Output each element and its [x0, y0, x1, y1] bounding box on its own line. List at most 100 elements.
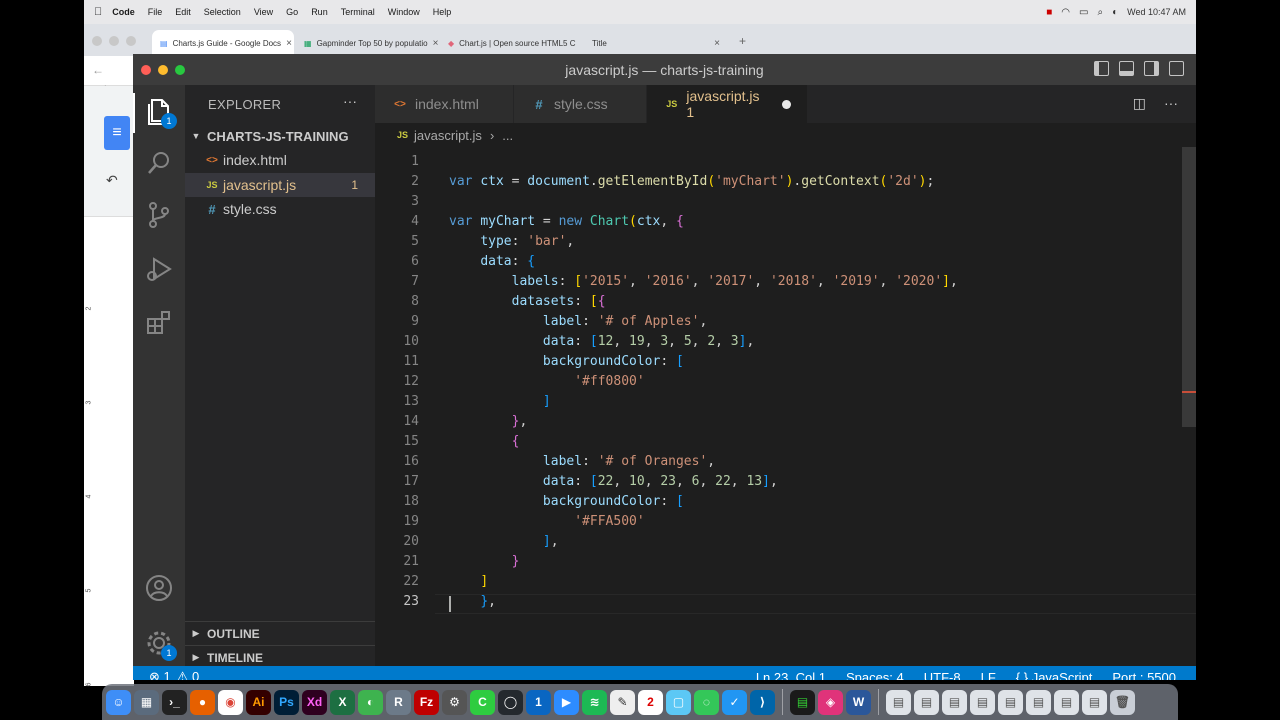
illustrator-icon[interactable]: Ai: [246, 689, 271, 715]
document-thumbnail-icon[interactable]: ▤: [1026, 689, 1051, 715]
source-control-icon[interactable]: [143, 199, 175, 231]
language-mode[interactable]: { } JavaScript: [1016, 670, 1093, 681]
breadcrumb-file[interactable]: javascript.js: [414, 128, 482, 143]
document-thumbnail-icon[interactable]: ▤: [914, 689, 939, 715]
document-thumbnail-icon[interactable]: ▤: [998, 689, 1023, 715]
apple-menu-icon[interactable]: : [94, 6, 102, 18]
word-icon[interactable]: W: [846, 689, 871, 715]
code-content[interactable]: var ctx = document.getElementById('myCha…: [449, 152, 958, 612]
menu-view[interactable]: View: [254, 7, 273, 17]
file-item-style-css[interactable]: # style.css: [185, 197, 375, 221]
live-server-port[interactable]: Port : 5500: [1112, 670, 1176, 681]
back-icon[interactable]: ←: [92, 63, 104, 77]
menu-edit[interactable]: Edit: [175, 7, 191, 17]
extensions-icon[interactable]: [143, 307, 175, 339]
notes-icon[interactable]: ✎: [610, 689, 635, 715]
toggle-sidebar-icon[interactable]: [1094, 61, 1109, 76]
unsaved-dot-icon[interactable]: [782, 99, 791, 109]
tab-style-css[interactable]: # style.css: [514, 85, 646, 123]
filezilla-icon[interactable]: Fz: [414, 689, 439, 715]
browser-tab[interactable]: ▦ Gapminder Top 50 by populatio ×: [296, 30, 438, 56]
document-thumbnail-icon[interactable]: ▤: [942, 689, 967, 715]
more-actions-icon[interactable]: ···: [1164, 95, 1178, 112]
excel-icon[interactable]: X: [330, 689, 355, 715]
problems-indicator[interactable]: ⊗ 1 ⚠ 0: [133, 669, 199, 680]
menu-terminal[interactable]: Terminal: [341, 7, 375, 17]
explorer-icon[interactable]: 1: [143, 95, 177, 129]
cursor-position[interactable]: Ln 23, Col 1: [756, 670, 826, 681]
app-icon[interactable]: ✓: [722, 689, 747, 715]
firefox-icon[interactable]: ●: [190, 689, 215, 715]
document-thumbnail-icon[interactable]: ▤: [1054, 689, 1079, 715]
search-icon[interactable]: [143, 147, 175, 179]
menu-window[interactable]: Window: [388, 7, 420, 17]
battery-icon[interactable]: ▭: [1079, 7, 1088, 18]
r-icon[interactable]: R: [386, 689, 411, 715]
split-editor-icon[interactable]: ◫: [1133, 95, 1146, 112]
app-icon[interactable]: ▢: [666, 689, 691, 715]
browser-tab[interactable]: Title ×: [584, 30, 728, 56]
tab-index-html[interactable]: <> index.html: [375, 85, 513, 123]
close-icon[interactable]: ×: [714, 38, 720, 49]
vertical-scrollbar[interactable]: [1182, 147, 1196, 427]
new-tab-icon[interactable]: +: [739, 34, 746, 48]
menu-selection[interactable]: Selection: [204, 7, 241, 17]
app-icon[interactable]: C: [470, 689, 495, 715]
menu-go[interactable]: Go: [286, 7, 298, 17]
outline-section[interactable]: ▶ OUTLINE: [185, 621, 375, 645]
app-menu[interactable]: Code: [112, 7, 135, 17]
file-item-index-html[interactable]: <> index.html: [185, 148, 375, 172]
app-icon[interactable]: ⚙: [442, 689, 467, 715]
breadcrumb-symbol[interactable]: ...: [502, 128, 513, 143]
record-icon[interactable]: ■: [1046, 7, 1052, 18]
code-editor[interactable]: 1 2 3 4 5 6 7 8 9 10 11 12 13 14 15 16 17 18 19 20 21 22 23 va…: [375, 147, 1196, 666]
document-thumbnail-icon[interactable]: ▤: [886, 689, 911, 715]
toggle-secondary-sidebar-icon[interactable]: [1144, 61, 1159, 76]
close-icon[interactable]: [92, 36, 102, 46]
encoding[interactable]: UTF-8: [924, 670, 961, 681]
close-icon[interactable]: ×: [286, 38, 292, 49]
messages-icon[interactable]: ◌: [694, 689, 719, 715]
customize-layout-icon[interactable]: [1169, 61, 1184, 76]
indentation[interactable]: Spaces: 4: [846, 670, 904, 681]
manage-gear-icon[interactable]: 1: [143, 627, 177, 661]
app-icon[interactable]: ◈: [818, 689, 843, 715]
browser-tab[interactable]: ◆ Chart.js | Open source HTML5 C: [440, 30, 582, 56]
workspace-folder[interactable]: ▼ CHARTS-JS-TRAINING: [185, 125, 375, 147]
menu-file[interactable]: File: [148, 7, 163, 17]
xd-icon[interactable]: Xd: [302, 689, 327, 715]
file-item-javascript-js[interactable]: JS javascript.js 1: [185, 173, 375, 197]
document-thumbnail-icon[interactable]: ▤: [1082, 689, 1107, 715]
end-of-line[interactable]: LF: [981, 670, 996, 681]
account-icon[interactable]: [143, 572, 175, 604]
wifi-icon[interactable]: ◠: [1061, 7, 1070, 18]
chrome-icon[interactable]: ◉: [218, 689, 243, 715]
app-icon[interactable]: 1: [526, 689, 551, 715]
calendar-icon[interactable]: 2: [638, 689, 663, 715]
terminal-icon[interactable]: ›_: [162, 689, 187, 715]
menu-help[interactable]: Help: [433, 7, 452, 17]
tab-javascript-js[interactable]: JS javascript.js 1: [647, 85, 807, 123]
app-icon[interactable]: ◐: [358, 689, 383, 715]
photoshop-icon[interactable]: Ps: [274, 689, 299, 715]
more-actions-icon[interactable]: ···: [343, 93, 357, 109]
menu-run[interactable]: Run: [311, 7, 328, 17]
zoom-icon[interactable]: [126, 36, 136, 46]
github-icon[interactable]: ◯: [498, 689, 523, 715]
toggle-panel-icon[interactable]: [1119, 61, 1134, 76]
run-debug-icon[interactable]: [143, 253, 175, 285]
google-docs-icon[interactable]: ≡: [104, 116, 130, 150]
search-icon[interactable]: ⌕: [1097, 7, 1103, 18]
control-center-icon[interactable]: ◐: [1112, 7, 1118, 18]
app-icon[interactable]: ▤: [790, 689, 815, 715]
finder-icon[interactable]: ☺: [106, 689, 131, 715]
launchpad-icon[interactable]: ▦: [134, 689, 159, 715]
zoom-app-icon[interactable]: ▶: [554, 689, 579, 715]
close-icon[interactable]: ×: [433, 38, 438, 49]
spotify-icon[interactable]: ≋: [582, 689, 607, 715]
trash-icon[interactable]: 🗑: [1110, 689, 1135, 715]
browser-tab[interactable]: ▤ Charts.js Guide - Google Docs ×: [152, 30, 294, 56]
undo-icon[interactable]: ↶: [106, 172, 118, 189]
minimize-icon[interactable]: [109, 36, 119, 46]
document-thumbnail-icon[interactable]: ▤: [970, 689, 995, 715]
